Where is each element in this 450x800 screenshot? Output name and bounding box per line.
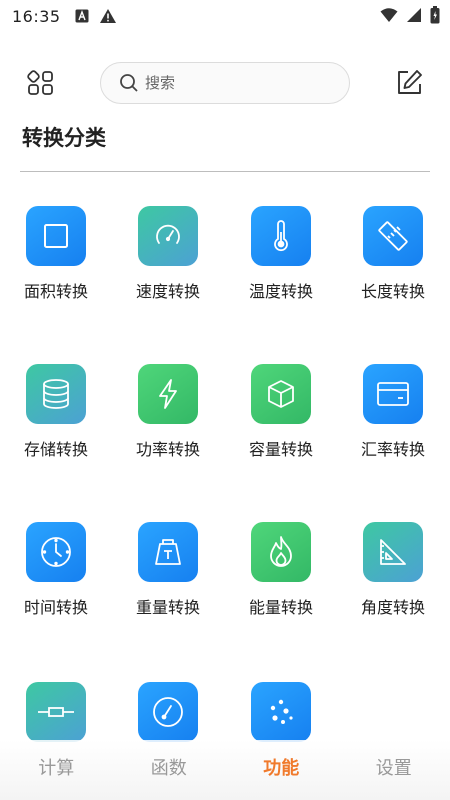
converter-label: 温度转换 bbox=[248, 282, 313, 301]
tile bbox=[26, 522, 86, 582]
flame-icon bbox=[270, 536, 292, 567]
converter-label: 存储转换 bbox=[23, 440, 88, 459]
status-time: 16:35 bbox=[12, 6, 61, 26]
resistor-icon bbox=[38, 707, 74, 717]
converter-label: 时间转换 bbox=[23, 598, 88, 617]
speedometer-icon bbox=[156, 224, 180, 244]
converter-label: 功率转换 bbox=[135, 440, 200, 459]
converter-label: 能量转换 bbox=[248, 598, 313, 617]
card-icon bbox=[377, 382, 409, 406]
weight-icon bbox=[155, 539, 181, 565]
divider bbox=[20, 171, 430, 172]
battery-icon bbox=[430, 6, 440, 24]
search-box[interactable] bbox=[100, 62, 350, 104]
tile bbox=[363, 206, 423, 266]
top-bar bbox=[0, 60, 450, 106]
tile bbox=[26, 364, 86, 424]
converter-weight[interactable]: 重量转换 bbox=[112, 522, 224, 632]
triangle-ruler-icon bbox=[380, 539, 406, 565]
signal-icon bbox=[407, 8, 421, 22]
tile bbox=[138, 682, 198, 742]
converter-time[interactable]: 时间转换 bbox=[0, 522, 112, 632]
converter-label: 长度转换 bbox=[360, 282, 425, 301]
tile bbox=[363, 522, 423, 582]
ruler-icon bbox=[378, 221, 408, 251]
edit-icon bbox=[398, 70, 422, 94]
bottom-nav: 计算 函数 功能 设置 bbox=[0, 740, 450, 800]
converter-label: 重量转换 bbox=[135, 598, 200, 617]
square-icon bbox=[44, 224, 68, 248]
wifi-icon bbox=[380, 8, 398, 22]
tile bbox=[363, 364, 423, 424]
tab-settings[interactable]: 设置 bbox=[338, 740, 450, 800]
thermometer-icon bbox=[274, 220, 288, 252]
database-icon bbox=[43, 379, 69, 409]
lightning-icon bbox=[159, 379, 177, 409]
cube-icon bbox=[268, 380, 294, 408]
warning-icon bbox=[99, 9, 116, 23]
tab-features[interactable]: 功能 bbox=[225, 740, 338, 800]
converter-label: 容量转换 bbox=[248, 440, 313, 459]
search-icon bbox=[120, 74, 138, 92]
tile bbox=[26, 206, 86, 266]
clock-icon bbox=[41, 537, 71, 567]
tile bbox=[251, 364, 311, 424]
tab-calculate[interactable]: 计算 bbox=[0, 740, 113, 800]
converter-label: 汇率转换 bbox=[360, 440, 425, 459]
notification-a-icon bbox=[75, 9, 89, 23]
converter-label: 速度转换 bbox=[135, 282, 200, 301]
converter-area[interactable]: 面积转换 bbox=[0, 206, 112, 316]
converter-energy[interactable]: 能量转换 bbox=[225, 522, 337, 632]
search-input[interactable] bbox=[145, 74, 325, 92]
converter-label: 面积转换 bbox=[23, 282, 88, 301]
converter-label: 角度转换 bbox=[360, 598, 425, 617]
converter-capacity[interactable]: 容量转换 bbox=[225, 364, 337, 474]
tab-functions[interactable]: 函数 bbox=[113, 740, 226, 800]
converter-length[interactable]: 长度转换 bbox=[337, 206, 449, 316]
converter-power[interactable]: 功率转换 bbox=[112, 364, 224, 474]
tile bbox=[251, 682, 311, 742]
converter-speed[interactable]: 速度转换 bbox=[112, 206, 224, 316]
edit-button[interactable] bbox=[394, 68, 424, 98]
converter-storage[interactable]: 存储转换 bbox=[0, 364, 112, 474]
converter-exchange-rate[interactable]: 汇率转换 bbox=[337, 364, 449, 474]
grid-icon bbox=[27, 70, 53, 95]
tile bbox=[251, 206, 311, 266]
section-title: 转换分类 bbox=[22, 126, 106, 150]
tile bbox=[138, 364, 198, 424]
dots-icon bbox=[270, 699, 293, 724]
tile bbox=[26, 682, 86, 742]
converter-angle[interactable]: 角度转换 bbox=[337, 522, 449, 632]
converter-temperature[interactable]: 温度转换 bbox=[225, 206, 337, 316]
tile bbox=[251, 522, 311, 582]
tile bbox=[138, 206, 198, 266]
compass-icon bbox=[153, 697, 183, 727]
grid-menu-button[interactable] bbox=[26, 68, 56, 98]
tile bbox=[138, 522, 198, 582]
